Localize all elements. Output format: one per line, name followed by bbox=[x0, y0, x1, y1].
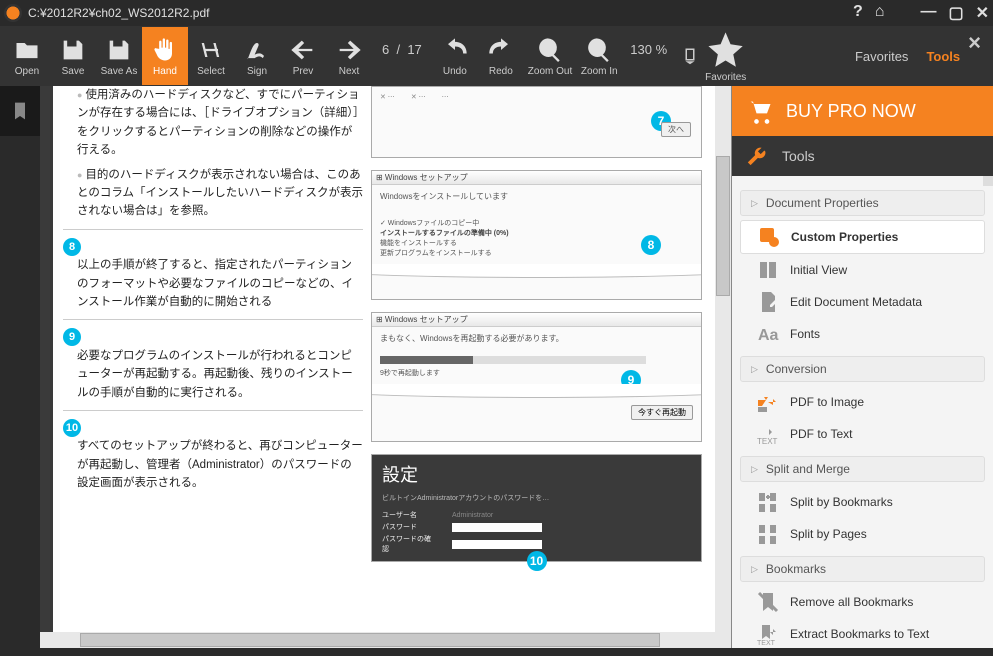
doc-text: 必要なプログラムのインストールが行われるとコンピューターが再起動する。再起動後、… bbox=[63, 347, 363, 402]
svg-text:TEXT: TEXT bbox=[757, 640, 776, 646]
step-marker-8: 8 bbox=[63, 238, 81, 256]
tools-list[interactable]: Document Properties Custom Properties In… bbox=[732, 176, 993, 648]
section-bookmarks[interactable]: Bookmarks bbox=[740, 556, 985, 582]
document-path: C:¥2012R2¥ch02_WS2012R2.pdf bbox=[28, 6, 853, 20]
tool-custom-properties[interactable]: Custom Properties bbox=[740, 220, 985, 254]
help-button[interactable]: ? bbox=[853, 3, 863, 23]
tool-pdf-to-image[interactable]: PDF to Image bbox=[740, 386, 985, 418]
close-button[interactable]: ✕ bbox=[976, 3, 989, 23]
cart-icon bbox=[746, 97, 774, 125]
section-document-properties[interactable]: Document Properties bbox=[740, 190, 985, 216]
main-toolbar: Open Save Save As Hand Select Sign Prev … bbox=[0, 26, 993, 86]
zoom-level: 130 % bbox=[630, 42, 667, 71]
wrench-icon bbox=[746, 145, 768, 167]
save-as-button[interactable]: Save As bbox=[96, 27, 142, 85]
doc-text: 以上の手順が終了すると、指定されたパーティションのフォーマットや必要なファイルの… bbox=[63, 256, 363, 311]
open-button[interactable]: Open bbox=[4, 27, 50, 85]
document-viewport[interactable]: ●使用済みのハードディスクなど、すでにパーティションが存在する場合には、［ドライ… bbox=[40, 86, 731, 648]
status-bar bbox=[0, 648, 993, 656]
bookmarks-sidebar-tab[interactable] bbox=[0, 86, 40, 136]
hand-tool-button[interactable]: Hand bbox=[142, 27, 188, 85]
tools-tab[interactable]: Tools bbox=[926, 49, 960, 64]
doc-text: 目的のハードディスクが表示されない場合は、このあとのコラム「インストールしたいハ… bbox=[77, 169, 363, 218]
tool-split-pages[interactable]: Split by Pages bbox=[740, 518, 985, 550]
next-page-button[interactable]: Next bbox=[326, 27, 372, 85]
maximize-button[interactable]: ▢ bbox=[948, 3, 963, 23]
step-marker-9: 9 bbox=[63, 328, 81, 346]
step-marker-10: 10 bbox=[63, 419, 81, 437]
minimize-button[interactable]: — bbox=[920, 3, 936, 23]
tool-edit-metadata[interactable]: Edit Document Metadata bbox=[740, 286, 985, 318]
prev-page-button[interactable]: Prev bbox=[280, 27, 326, 85]
horizontal-scrollbar[interactable] bbox=[40, 632, 715, 648]
redo-button[interactable]: Redo bbox=[478, 27, 524, 85]
panel-tabs: Favorites Tools bbox=[855, 49, 960, 64]
section-split-merge[interactable]: Split and Merge bbox=[740, 456, 985, 482]
favorites-star-button[interactable]: Favorites bbox=[705, 29, 746, 82]
undo-button[interactable]: Undo bbox=[432, 27, 478, 85]
tools-panel-header: Tools bbox=[732, 136, 993, 176]
screenshot-thumbnail: ⊞ Windows セットアップ まもなく、Windowsを再起動する必要があり… bbox=[371, 312, 702, 442]
svg-text:Aa: Aa bbox=[758, 327, 779, 344]
home-button[interactable]: ⌂ bbox=[875, 3, 885, 23]
left-sidebar bbox=[0, 86, 40, 648]
sign-tool-button[interactable]: Sign bbox=[234, 27, 280, 85]
tool-remove-bookmarks[interactable]: Remove all Bookmarks bbox=[740, 586, 985, 618]
tools-panel: BUY PRO NOW Tools Document Properties Cu… bbox=[731, 86, 993, 648]
pdf-page: ●使用済みのハードディスクなど、すでにパーティションが存在する場合には、［ドライ… bbox=[53, 86, 718, 648]
select-tool-button[interactable]: Select bbox=[188, 27, 234, 85]
screenshot-thumbnail: ✕ ⋯✕ ⋯⋯ 7 次へ bbox=[371, 86, 702, 158]
tool-initial-view[interactable]: Initial View bbox=[740, 254, 985, 286]
tool-extract-bookmarks[interactable]: TEXT Extract Bookmarks to Text bbox=[740, 618, 985, 648]
tool-split-bookmarks[interactable]: Split by Bookmarks bbox=[740, 486, 985, 518]
svg-text:TEXT: TEXT bbox=[757, 437, 778, 446]
doc-text: 使用済みのハードディスクなど、すでにパーティションが存在する場合には、［ドライブ… bbox=[77, 89, 359, 156]
save-button[interactable]: Save bbox=[50, 27, 96, 85]
tool-fonts[interactable]: Aa Fonts bbox=[740, 318, 985, 350]
app-icon bbox=[4, 4, 22, 22]
favorites-tab[interactable]: Favorites bbox=[855, 49, 908, 64]
screenshot-thumbnail: ⊞ Windows セットアップ Windowsをインストールしています ✓ W… bbox=[371, 170, 702, 300]
doc-text: すべてのセットアップが終わると、再びコンピューターが再起動し、管理者（Admin… bbox=[63, 437, 363, 492]
tool-pdf-to-text[interactable]: TEXT PDF to Text bbox=[740, 418, 985, 450]
buy-pro-banner[interactable]: BUY PRO NOW bbox=[732, 86, 993, 136]
page-indicator: 6 / 17 bbox=[382, 42, 422, 71]
titlebar: C:¥2012R2¥ch02_WS2012R2.pdf ? ⌂ — ▢ ✕ bbox=[0, 0, 993, 26]
zoom-out-button[interactable]: Zoom Out bbox=[524, 27, 576, 85]
vertical-scrollbar[interactable] bbox=[715, 86, 731, 648]
section-conversion[interactable]: Conversion bbox=[740, 356, 985, 382]
zoom-dropdown[interactable] bbox=[675, 27, 705, 85]
zoom-in-button[interactable]: Zoom In bbox=[576, 27, 622, 85]
screenshot-thumbnail: 設定 ビルトインAdministratorアカウントのパスワードを… ユーザー名… bbox=[371, 454, 702, 562]
close-panel-button[interactable]: × bbox=[960, 26, 989, 56]
